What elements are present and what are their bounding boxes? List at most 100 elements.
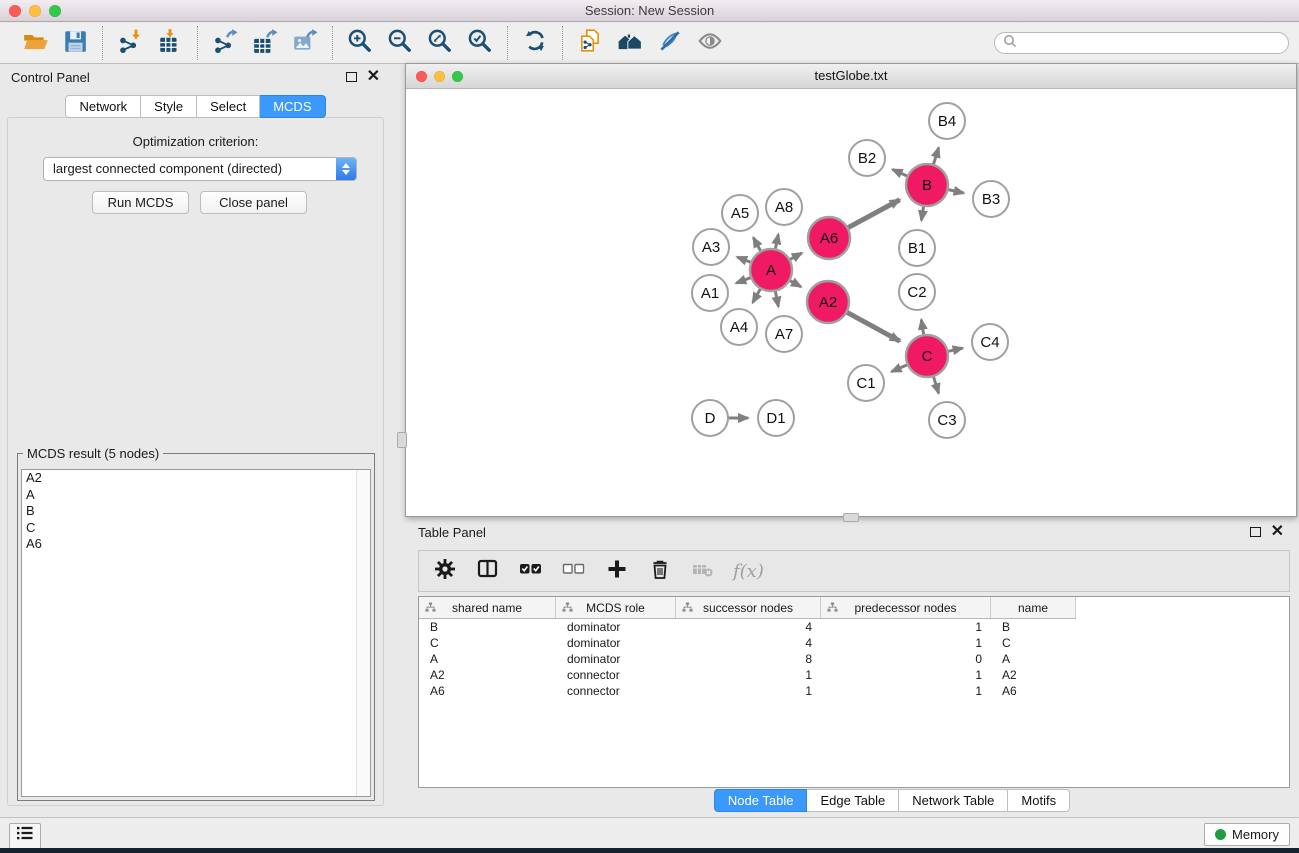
graph-edge-C-C4[interactable] bbox=[947, 348, 963, 352]
graph-node-B4[interactable]: B4 bbox=[929, 103, 965, 139]
select-all-button[interactable] bbox=[518, 557, 544, 585]
graph-edge-C-C1[interactable] bbox=[892, 364, 909, 372]
graph-edge-B-B1[interactable] bbox=[921, 205, 923, 221]
table-row[interactable]: A6connector11A6 bbox=[419, 683, 1289, 699]
open-session-button[interactable] bbox=[21, 29, 49, 57]
graph-edge-B-B3[interactable] bbox=[947, 189, 964, 193]
tab-style[interactable]: Style bbox=[141, 95, 197, 118]
close-window-button[interactable] bbox=[9, 5, 21, 17]
graph-edge-C-C2[interactable] bbox=[921, 320, 924, 337]
table-row[interactable]: Cdominator41C bbox=[419, 635, 1289, 651]
tab-edge-table[interactable]: Edge Table bbox=[807, 789, 899, 812]
tab-node-table[interactable]: Node Table bbox=[714, 789, 808, 812]
graph-node-B1[interactable]: B1 bbox=[899, 230, 935, 266]
float-table-panel-icon[interactable] bbox=[1250, 527, 1261, 537]
search-field[interactable] bbox=[994, 32, 1289, 54]
graph-node-B2[interactable]: B2 bbox=[849, 140, 885, 176]
mcds-result-item[interactable]: C bbox=[22, 520, 370, 537]
tab-motifs[interactable]: Motifs bbox=[1008, 789, 1070, 812]
graph-edge-A-A1[interactable] bbox=[736, 277, 752, 283]
graph-node-A1[interactable]: A1 bbox=[692, 275, 728, 311]
mcds-result-item[interactable]: B bbox=[22, 503, 370, 520]
optimization-criterion-select[interactable]: largest connected component (directed) bbox=[43, 157, 357, 181]
add-column-button[interactable] bbox=[604, 557, 630, 585]
zoom-in-button[interactable] bbox=[346, 29, 374, 57]
mcds-result-item[interactable]: A6 bbox=[22, 536, 370, 553]
first-neighbors-button[interactable] bbox=[616, 29, 644, 57]
graph-edge-A-A6[interactable] bbox=[789, 253, 802, 260]
close-panel-icon[interactable]: ✕ bbox=[367, 72, 380, 82]
column-header-MCDS-role[interactable]: MCDS role bbox=[556, 597, 676, 618]
import-table-button[interactable] bbox=[156, 29, 184, 57]
graph-node-A5[interactable]: A5 bbox=[722, 195, 758, 231]
graph-node-C4[interactable]: C4 bbox=[972, 324, 1008, 360]
deselect-all-button[interactable] bbox=[561, 557, 587, 585]
graph-node-A8[interactable]: A8 bbox=[766, 189, 802, 225]
graph-node-C[interactable]: C bbox=[906, 335, 948, 377]
graph-node-C2[interactable]: C2 bbox=[899, 274, 935, 310]
network-zoom-button[interactable] bbox=[452, 71, 463, 82]
delete-columns-button[interactable] bbox=[647, 557, 673, 585]
float-panel-icon[interactable] bbox=[346, 72, 357, 82]
mcds-result-item[interactable]: A2 bbox=[22, 470, 370, 487]
tab-mcds[interactable]: MCDS bbox=[260, 95, 325, 118]
graph-node-C3[interactable]: C3 bbox=[929, 402, 965, 438]
export-image-button[interactable] bbox=[291, 29, 319, 57]
network-canvas[interactable]: B4 B2 B B3 A5A8A6 A3 B1 A A1 C2 A2 A4A7 C4 C C1 C3 D D1 bbox=[406, 89, 1296, 516]
graph-node-D[interactable]: D bbox=[692, 400, 728, 436]
graph-node-A[interactable]: A bbox=[750, 249, 792, 291]
graph-node-A3[interactable]: A3 bbox=[693, 229, 729, 265]
graph-edge-B-B4[interactable] bbox=[933, 148, 939, 166]
graph-node-A2[interactable]: A2 bbox=[807, 281, 849, 323]
column-header-shared-name[interactable]: shared name bbox=[419, 597, 556, 618]
graph-edge-A-A5[interactable] bbox=[753, 238, 761, 253]
graph-edge-A-A7[interactable] bbox=[775, 290, 778, 307]
network-minimize-button[interactable] bbox=[434, 71, 445, 82]
save-session-button[interactable] bbox=[61, 29, 89, 57]
graph-node-A7[interactable]: A7 bbox=[766, 316, 802, 352]
graph-node-B3[interactable]: B3 bbox=[973, 181, 1009, 217]
graph-edge-A-A8[interactable] bbox=[775, 234, 778, 250]
memory-button[interactable]: Memory bbox=[1204, 823, 1290, 846]
export-network-button[interactable] bbox=[211, 29, 239, 57]
refresh-view-button[interactable] bbox=[521, 29, 549, 57]
show-hide-columns-button[interactable] bbox=[475, 557, 501, 585]
list-scrollbar[interactable] bbox=[356, 470, 370, 796]
network-from-selection-button[interactable] bbox=[576, 29, 604, 57]
export-table-button[interactable] bbox=[251, 29, 279, 57]
graph-node-A6[interactable]: A6 bbox=[808, 217, 850, 259]
vertical-splitter-grip[interactable] bbox=[397, 432, 407, 448]
zoom-selected-button[interactable] bbox=[466, 29, 494, 57]
close-panel-button[interactable]: Close panel bbox=[200, 191, 307, 214]
tab-network-table[interactable]: Network Table bbox=[899, 789, 1008, 812]
zoom-out-button[interactable] bbox=[386, 29, 414, 57]
task-history-button[interactable] bbox=[9, 823, 41, 850]
graph-node-C1[interactable]: C1 bbox=[848, 365, 884, 401]
import-network-button[interactable] bbox=[116, 29, 144, 57]
hide-graphics-details-button[interactable] bbox=[656, 29, 684, 57]
table-row[interactable]: Bdominator41B bbox=[419, 619, 1289, 635]
minimize-window-button[interactable] bbox=[29, 5, 41, 17]
graph-node-D1[interactable]: D1 bbox=[758, 400, 794, 436]
graph-edge-B-B2[interactable] bbox=[893, 169, 909, 176]
graph-edge-A2-C[interactable] bbox=[846, 312, 900, 342]
toggle-view-button[interactable] bbox=[696, 29, 724, 57]
table-settings-button[interactable] bbox=[432, 557, 458, 585]
zoom-fit-button[interactable] bbox=[426, 29, 454, 57]
column-header-name[interactable]: name bbox=[991, 597, 1076, 618]
graph-edge-C-C3[interactable] bbox=[933, 375, 939, 393]
table-row[interactable]: Adominator80A bbox=[419, 651, 1289, 667]
graph-edge-A-A4[interactable] bbox=[753, 287, 762, 302]
network-close-button[interactable] bbox=[416, 71, 427, 82]
tab-network[interactable]: Network bbox=[65, 95, 141, 118]
column-header-predecessor-nodes[interactable]: predecessor nodes bbox=[821, 597, 991, 618]
tab-select[interactable]: Select bbox=[197, 95, 260, 118]
table-row[interactable]: A2connector11A2 bbox=[419, 667, 1289, 683]
graph-node-B[interactable]: B bbox=[906, 164, 948, 206]
close-table-panel-icon[interactable]: ✕ bbox=[1271, 527, 1284, 537]
column-header-successor-nodes[interactable]: successor nodes bbox=[676, 597, 821, 618]
graph-node-A4[interactable]: A4 bbox=[721, 309, 757, 345]
run-mcds-button[interactable]: Run MCDS bbox=[92, 191, 189, 214]
graph-edge-A6-B[interactable] bbox=[847, 200, 900, 229]
mcds-result-item[interactable]: A bbox=[22, 487, 370, 504]
